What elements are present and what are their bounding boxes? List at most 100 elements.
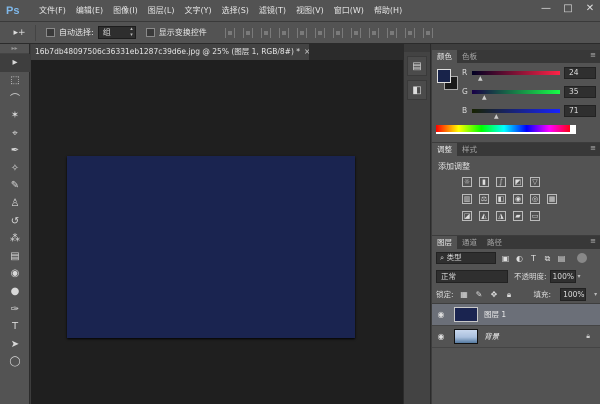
tab-paths[interactable]: 路径: [482, 236, 507, 249]
distribute-left-icon[interactable]: [386, 27, 397, 38]
lock-pixels-icon[interactable]: ✎: [475, 290, 484, 299]
green-value-field[interactable]: 35: [564, 86, 596, 98]
panel-menu-icon[interactable]: ≡: [590, 144, 596, 152]
menu-type[interactable]: 文字(Y): [179, 0, 216, 22]
exposure-icon[interactable]: ◩: [513, 177, 523, 187]
distribute-top-icon[interactable]: [332, 27, 343, 38]
history-brush-tool-icon[interactable]: ↺: [0, 212, 30, 230]
tab-channels[interactable]: 通道: [457, 236, 482, 249]
filter-toggle[interactable]: [577, 253, 587, 263]
menu-help[interactable]: 帮助(H): [369, 0, 407, 22]
menu-image[interactable]: 图像(I): [108, 0, 143, 22]
blue-value-field[interactable]: 71: [564, 105, 596, 117]
vibrance-icon[interactable]: ▽: [530, 177, 540, 187]
panel-menu-icon[interactable]: ≡: [590, 51, 596, 59]
pen-tool-icon[interactable]: ✑: [0, 300, 30, 318]
blue-slider[interactable]: [472, 109, 560, 113]
distribute-bottom-icon[interactable]: [368, 27, 379, 38]
align-left-icon[interactable]: [278, 27, 289, 38]
move-tool-icon[interactable]: ▸: [0, 54, 30, 72]
brightness-contrast-icon[interactable]: ☼: [462, 177, 472, 187]
menu-edit[interactable]: 编辑(E): [71, 0, 108, 22]
color-spectrum-bar[interactable]: [436, 125, 576, 134]
show-transform-checkbox[interactable]: [145, 28, 155, 37]
red-slider-thumb[interactable]: ▲: [478, 75, 483, 82]
tool-preset-picker[interactable]: ▸+: [4, 24, 36, 41]
filter-pixel-icon[interactable]: ▣: [501, 254, 510, 263]
fill-arrow-icon[interactable]: ▾: [594, 291, 597, 298]
layer-kind-filter[interactable]: ⌕ 类型: [436, 252, 496, 264]
levels-icon[interactable]: ▮: [479, 177, 489, 187]
opacity-field[interactable]: 100%: [549, 269, 576, 283]
tab-color[interactable]: 颜色: [432, 50, 457, 63]
opacity-arrow-icon[interactable]: ▾: [578, 273, 581, 280]
ellipse-tool-icon[interactable]: ◯: [0, 353, 30, 371]
blue-slider-thumb[interactable]: ▲: [494, 113, 499, 120]
gradient-tool-icon[interactable]: ▤: [0, 248, 30, 266]
distribute-right-icon[interactable]: [422, 27, 433, 38]
dodge-tool-icon[interactable]: ●: [0, 283, 30, 301]
curves-icon[interactable]: ∫: [496, 177, 506, 187]
path-select-tool-icon[interactable]: ➤: [0, 336, 30, 354]
crop-tool-icon[interactable]: ⌖: [0, 124, 30, 142]
toolbox-grip[interactable]: ▸▸: [0, 44, 29, 54]
menu-view[interactable]: 视图(V): [291, 0, 329, 22]
menu-file[interactable]: 文件(F): [34, 0, 71, 22]
lock-all-icon[interactable]: 🔒︎: [505, 290, 514, 299]
restore-button[interactable]: □: [562, 3, 574, 14]
color-balance-icon[interactable]: ⚖: [479, 194, 489, 204]
panel-menu-icon[interactable]: ≡: [590, 237, 596, 245]
layer-row[interactable]: ◉ 图层 1: [432, 304, 600, 326]
selective-color-icon[interactable]: ▰: [513, 211, 523, 221]
quick-select-tool-icon[interactable]: ✶: [0, 107, 30, 125]
align-right-icon[interactable]: [314, 27, 325, 38]
photo-filter-icon[interactable]: ◉: [513, 194, 523, 204]
hue-saturation-icon[interactable]: ▥: [462, 194, 472, 204]
menu-select[interactable]: 选择(S): [217, 0, 254, 22]
filter-adjustment-icon[interactable]: ◐: [515, 254, 524, 263]
channel-mixer-icon[interactable]: ◎: [530, 194, 540, 204]
align-hcenter-icon[interactable]: [296, 27, 307, 38]
align-bottom-icon[interactable]: [260, 27, 271, 38]
color-lookup-icon[interactable]: ▦: [547, 194, 557, 204]
marquee-tool-icon[interactable]: ⬚: [0, 72, 30, 90]
brush-tool-icon[interactable]: ✎: [0, 177, 30, 195]
layer-name[interactable]: 图层 1: [484, 309, 506, 320]
menu-layer[interactable]: 图层(L): [143, 0, 180, 22]
black-white-icon[interactable]: ◧: [496, 194, 506, 204]
tab-layers[interactable]: 图层: [432, 236, 457, 249]
tab-adjustments[interactable]: 调整: [432, 143, 457, 156]
close-button[interactable]: ✕: [584, 3, 596, 14]
properties-panel-icon[interactable]: ◧: [407, 80, 427, 100]
blend-mode-dropdown[interactable]: 正常: [436, 269, 508, 283]
visibility-eye-icon[interactable]: ◉: [432, 332, 450, 341]
document-canvas[interactable]: [67, 156, 355, 338]
tab-swatches[interactable]: 色板: [457, 50, 482, 63]
menu-filter[interactable]: 滤镜(T): [254, 0, 291, 22]
fill-field[interactable]: 100%: [560, 287, 587, 301]
filter-smart-object-icon[interactable]: ▤: [557, 254, 566, 263]
red-value-field[interactable]: 24: [564, 67, 596, 79]
filter-type-icon[interactable]: T: [529, 254, 538, 263]
layer-name[interactable]: 背景: [484, 331, 499, 342]
distribute-vcenter-icon[interactable]: [350, 27, 361, 38]
auto-select-dropdown[interactable]: 组: [97, 26, 136, 39]
close-tab-icon[interactable]: ×: [304, 47, 309, 56]
distribute-hcenter-icon[interactable]: [404, 27, 415, 38]
history-panel-icon[interactable]: ▤: [407, 56, 427, 76]
green-slider-thumb[interactable]: ▲: [482, 94, 487, 101]
lock-transparent-icon[interactable]: ▦: [460, 290, 469, 299]
dock-grip[interactable]: [404, 44, 430, 52]
canvas-workspace[interactable]: [31, 60, 403, 404]
auto-select-checkbox[interactable]: [46, 28, 55, 37]
align-vcenter-icon[interactable]: [242, 27, 253, 38]
red-slider[interactable]: [472, 71, 560, 75]
tab-styles[interactable]: 样式: [457, 143, 482, 156]
minimize-button[interactable]: —: [540, 3, 552, 14]
invert-icon[interactable]: ◪: [462, 211, 472, 221]
filter-shape-icon[interactable]: ⧉: [543, 254, 552, 263]
eraser-tool-icon[interactable]: ⁂: [0, 230, 30, 248]
blur-tool-icon[interactable]: ◉: [0, 265, 30, 283]
eyedropper-tool-icon[interactable]: ✒: [0, 142, 30, 160]
foreground-color-swatch[interactable]: [437, 69, 451, 83]
